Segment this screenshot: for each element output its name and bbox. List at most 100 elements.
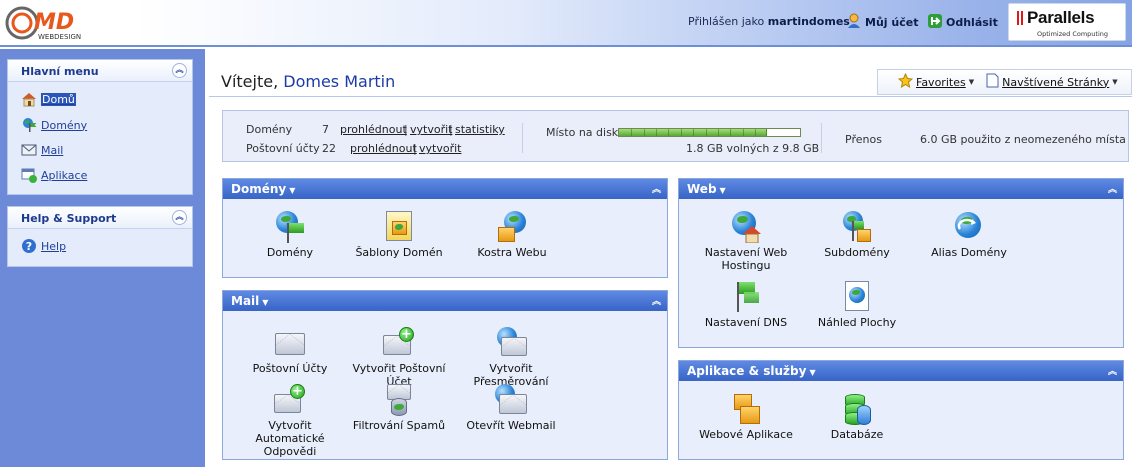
tile-create-forwarding[interactable]: Vytvořit Přesměrování — [456, 327, 566, 388]
domain-alias-icon — [953, 211, 985, 243]
disk-bar-tick — [718, 129, 719, 136]
domains-create-link[interactable]: vytvořit — [410, 123, 452, 136]
sidebar-item-help[interactable]: ? Help — [21, 238, 66, 254]
separator: | — [404, 123, 408, 136]
domains-view-link[interactable]: prohlédnout — [340, 123, 407, 136]
applications-icon — [21, 167, 37, 183]
disk-bar-tick — [730, 129, 731, 136]
site-logo[interactable]: MD WEBDESIGN — [4, 3, 96, 43]
domains-statistics-link[interactable]: statistiky — [455, 123, 505, 136]
toolbar: Favorites ▼ Navštívené Stránky ▼ — [877, 69, 1132, 95]
applications-panel-header[interactable]: Aplikace & služby ▼ ︽ — [679, 361, 1123, 381]
disk-space-text: 1.8 GB volných z 9.8 GB — [686, 142, 820, 155]
domains-stat-label: Domény — [246, 123, 293, 136]
svg-text:?: ? — [26, 240, 32, 253]
collapse-domains-panel-icon[interactable]: ︽ — [652, 182, 661, 195]
tile-web-applications[interactable]: Webové Aplikace — [691, 393, 801, 441]
domains-globe-icon — [274, 211, 306, 243]
home-icon — [21, 91, 37, 107]
tile-web-hosting-settings[interactable]: Nastavení Web Hostingu — [691, 211, 801, 272]
page-icon — [986, 73, 999, 91]
separator: | — [449, 123, 453, 136]
sidebar-item-home[interactable]: Domů — [21, 91, 76, 107]
parallels-tagline: Optimized Computing — [1037, 30, 1109, 38]
mail-create-link[interactable]: vytvořit — [419, 142, 461, 155]
applications-panel: Aplikace & služby ▼ ︽ Webové Aplikace Dat… — [678, 360, 1124, 460]
create-autoresponder-icon: + — [274, 384, 306, 416]
mail-accounts-icon — [274, 327, 306, 359]
logout-icon — [927, 13, 943, 32]
stats-divider — [821, 123, 822, 153]
tile-create-mail-account[interactable]: + Vytvořit Poštovní Účet — [344, 327, 454, 388]
my-account-link[interactable]: Můj účet — [846, 13, 918, 31]
site-skeleton-icon — [496, 211, 528, 243]
user-icon — [846, 13, 862, 32]
stats-bar: Domény 7 prohlédnout | vytvořit | statis… — [222, 110, 1129, 162]
mail-panel-header[interactable]: Mail ▼ ︽ — [223, 291, 667, 311]
collapse-applications-panel-icon[interactable]: ︽ — [1108, 364, 1117, 377]
sidebar-item-applications[interactable]: Aplikace — [21, 167, 87, 183]
login-status: Přihlášen jako martindomes — [688, 15, 850, 28]
spam-filter-icon — [383, 384, 415, 416]
tile-spam-filter[interactable]: Filtrování Spamů — [344, 384, 454, 432]
transfer-text: 6.0 GB použito z neomezeného místa — [920, 133, 1126, 146]
databases-icon — [841, 393, 873, 425]
tile-site-skeleton[interactable]: Kostra Webu — [457, 211, 567, 259]
transfer-label: Přenos — [845, 133, 882, 146]
chevron-down-icon: ▼ — [968, 78, 975, 86]
title-divider — [209, 96, 1132, 97]
stats-divider — [522, 123, 523, 153]
disk-bar-tick — [644, 129, 645, 136]
web-applications-icon — [730, 393, 762, 425]
chevron-down-icon: ▼ — [809, 368, 816, 377]
subdomains-icon — [841, 211, 873, 243]
tile-dns-settings[interactable]: Nastavení DNS — [691, 281, 801, 329]
tile-domain-templates[interactable]: Šablony Domén — [344, 211, 454, 259]
disk-space-label: Místo na disku — [546, 126, 625, 139]
username: martindomes — [767, 15, 850, 28]
main-content: Vítejte, Domes Martin Favorites ▼ Navští… — [209, 49, 1132, 467]
favorites-dropdown[interactable]: Favorites ▼ — [897, 72, 975, 91]
tile-mail-accounts[interactable]: Poštovní Účty — [235, 327, 345, 375]
sidebar-item-domains[interactable]: Domény — [21, 117, 87, 133]
site-preview-icon — [841, 281, 873, 313]
logged-in-prefix: Přihlášen jako — [688, 15, 765, 28]
my-account-label: Můj účet — [865, 15, 919, 29]
webmail-icon — [495, 384, 527, 416]
help-support-title: Help & Support ︽ — [8, 207, 192, 229]
svg-text:WEBDESIGN: WEBDESIGN — [38, 33, 81, 41]
parallels-brand: Parallels — [1027, 8, 1095, 27]
sidebar: Hlavní menu ︽ Domů Domény Mail Aplikace … — [0, 49, 205, 467]
sidebar-item-mail[interactable]: Mail — [21, 142, 63, 158]
tile-create-autoresponder[interactable]: + Vytvořit Automatické Odpovědi — [235, 384, 345, 458]
tile-databases[interactable]: Databáze — [802, 393, 912, 441]
page-title: Vítejte, Domes Martin — [221, 72, 396, 91]
chevron-down-icon: ▼ — [719, 186, 726, 195]
mail-view-link[interactable]: prohlédnout — [350, 142, 417, 155]
tile-subdomains[interactable]: Subdomény — [802, 211, 912, 259]
collapse-main-menu-button[interactable]: ︽ — [172, 63, 187, 78]
collapse-help-button[interactable]: ︽ — [172, 210, 187, 225]
main-menu-box: Hlavní menu ︽ Domů Domény Mail Aplikace — [7, 59, 193, 195]
svg-text:MD: MD — [34, 10, 74, 35]
tile-open-webmail[interactable]: Otevřít Webmail — [456, 384, 566, 432]
domains-panel-header[interactable]: Domény ▼ ︽ — [223, 179, 667, 199]
visited-pages-dropdown[interactable]: Navštívené Stránky ▼ — [986, 73, 1118, 91]
disk-bar-tick — [681, 129, 682, 136]
tile-domain-alias[interactable]: Alias Domény — [914, 211, 1024, 259]
logout-link[interactable]: Odhlásit — [927, 13, 998, 31]
tile-site-preview[interactable]: Náhled Plochy — [802, 281, 912, 329]
tile-domains[interactable]: Domény — [235, 211, 345, 259]
disk-bar-tick — [743, 129, 744, 136]
collapse-mail-panel-icon[interactable]: ︽ — [652, 294, 661, 307]
help-support-box: Help & Support ︽ ? Help — [7, 206, 193, 267]
chevron-down-icon: ▼ — [289, 186, 296, 195]
web-panel-header[interactable]: Web ▼ ︽ — [679, 179, 1123, 199]
mail-panel: Mail ▼ ︽ Poštovní Účty + Vytvořit Poštovn… — [222, 290, 668, 460]
disk-bar-tick — [631, 129, 632, 136]
web-hosting-settings-icon — [730, 211, 762, 243]
collapse-web-panel-icon[interactable]: ︽ — [1108, 182, 1117, 195]
create-forwarding-icon — [495, 327, 527, 359]
mail-count: 22 — [322, 142, 336, 155]
domains-icon — [21, 117, 37, 133]
